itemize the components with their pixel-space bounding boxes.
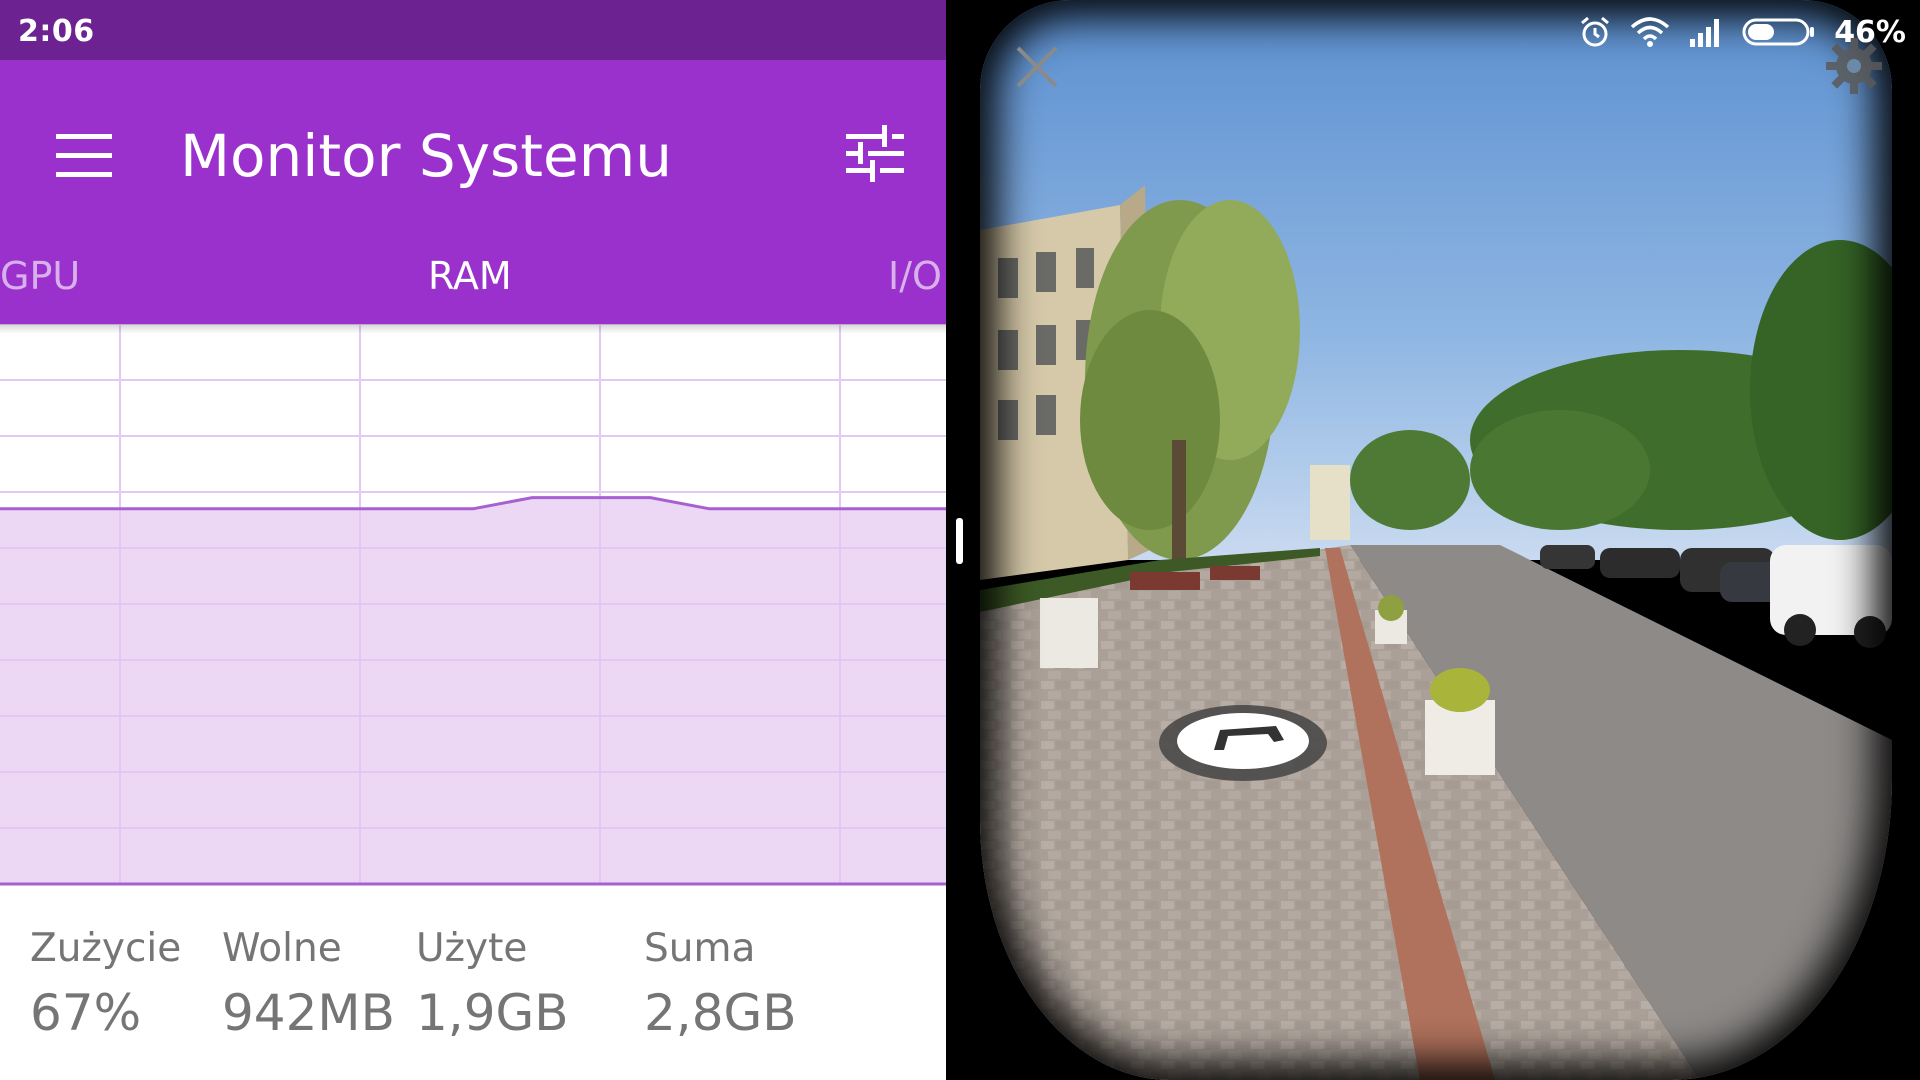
ram-usage-chart (0, 324, 946, 890)
stat-used-value: 1,9GB (416, 984, 569, 1042)
status-bar: 2:06 (0, 0, 946, 60)
stat-usage-value: 67% (30, 984, 142, 1042)
memory-stats: Zużycie 67% Wolne 942MB Użyte 1,9GB Suma… (0, 890, 946, 1080)
screen: 2:06 Monitor Systemu GPU RAM I/O Zużycie… (0, 0, 1920, 1080)
ram-usage-line (0, 496, 946, 511)
alarm-icon (1581, 16, 1610, 47)
street-scene-image (980, 0, 1892, 1080)
app-bar: Monitor Systemu GPU RAM I/O (0, 60, 946, 324)
stat-used-label: Użyte (416, 926, 528, 971)
ram-chart-svg (0, 324, 946, 886)
tune-sliders-icon (846, 125, 904, 182)
system-monitor-app: 2:06 Monitor Systemu GPU RAM I/O Zużycie… (0, 0, 946, 1080)
stat-free-label: Wolne (222, 926, 342, 971)
split-divider-handle[interactable] (956, 518, 963, 564)
stat-total-value: 2,8GB (644, 984, 797, 1042)
system-status-icons: 46% (1578, 10, 1906, 54)
battery-percentage: 46% (1834, 14, 1906, 50)
stat-usage-label: Zużycie (30, 926, 182, 971)
tab-ram[interactable]: RAM (428, 252, 512, 300)
status-time: 2:06 (18, 14, 95, 49)
hamburger-menu-icon (56, 134, 112, 177)
signal-icon (1690, 19, 1720, 47)
stat-total-label: Suma (644, 926, 756, 971)
street-panorama[interactable] (980, 0, 1892, 1080)
wifi-icon (1631, 17, 1670, 47)
page-title: Monitor Systemu (180, 122, 672, 190)
tab-io[interactable]: I/O (888, 252, 942, 300)
tab-gpu[interactable]: GPU (0, 252, 80, 300)
close-icon (1016, 46, 1058, 88)
filter-settings-button[interactable] (836, 116, 912, 192)
stat-free-value: 942MB (222, 984, 395, 1042)
menu-button[interactable] (48, 120, 120, 192)
navigation-arrow-icon[interactable] (1158, 704, 1328, 782)
close-vr-button[interactable] (1010, 40, 1064, 94)
ram-usage-area (0, 497, 946, 884)
vr-viewer (946, 0, 1920, 1080)
battery-icon (1742, 18, 1815, 46)
